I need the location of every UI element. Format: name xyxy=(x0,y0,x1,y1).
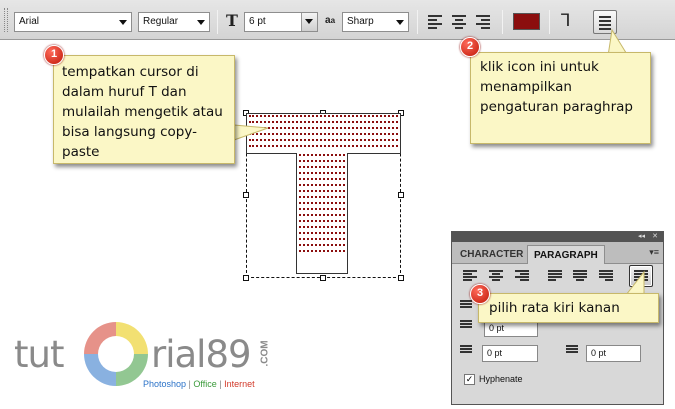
step-badge-1-number: 1 xyxy=(50,48,58,60)
warp-text-icon[interactable]: Ꞁ xyxy=(561,11,570,31)
watermark-photoshop: Photoshop xyxy=(143,379,187,389)
text-color-swatch[interactable] xyxy=(513,13,540,30)
panel-title-bar[interactable]: ◂◂ ✕ xyxy=(452,232,663,242)
align-right-icon[interactable] xyxy=(515,270,529,282)
callout-1-pointer xyxy=(233,124,269,141)
step-badge-3-number: 3 xyxy=(476,287,484,299)
callout-1: tempatkan cursor di dalam huruf T dan mu… xyxy=(53,55,235,164)
step-badge-1: 1 xyxy=(44,45,64,65)
toolbar-divider xyxy=(417,10,418,34)
panel-menu-icon[interactable]: ▾≡ xyxy=(649,247,659,258)
callout-1-text: tempatkan cursor di dalam huruf T dan mu… xyxy=(62,64,223,160)
tab-paragraph[interactable]: PARAGRAPH xyxy=(527,245,605,264)
transform-handle[interactable] xyxy=(320,275,326,281)
transform-handle[interactable] xyxy=(398,192,404,198)
font-style-dropdown[interactable]: Regular xyxy=(138,12,210,32)
chevron-down-icon xyxy=(396,20,404,25)
align-center-icon[interactable] xyxy=(452,15,468,29)
align-left-icon[interactable] xyxy=(428,15,444,29)
antialias-dropdown[interactable]: Sharp xyxy=(342,12,409,32)
chevron-down-icon xyxy=(119,20,127,25)
font-size-dropdown-button[interactable] xyxy=(301,13,317,31)
chevron-down-icon xyxy=(197,20,205,25)
watermark-text-left: tut xyxy=(14,333,64,376)
indent-left-icon xyxy=(460,300,472,314)
callout-2-text: klik icon ini untuk menampilkan pengatur… xyxy=(480,59,633,115)
warp-text-glyph: Ꞁ xyxy=(561,11,571,31)
transform-handle[interactable] xyxy=(243,275,249,281)
align-right-icon[interactable] xyxy=(476,15,492,29)
toolbar-divider xyxy=(217,10,218,34)
watermark-com-text: .COM xyxy=(259,340,271,367)
space-after-icon xyxy=(566,345,578,359)
panel-tabs: CHARACTER PARAGRAPH ▾≡ xyxy=(452,242,663,264)
tab-character[interactable]: CHARACTER xyxy=(454,245,529,264)
hyphenate-checkbox[interactable]: ✓ xyxy=(464,374,475,385)
font-size-glyph: T xyxy=(226,11,238,30)
watermark-text-right: rial89 xyxy=(151,333,252,376)
align-left-icon[interactable] xyxy=(463,270,477,282)
toolbar-grip[interactable] xyxy=(4,8,8,32)
font-size-value: 6 pt xyxy=(249,16,266,27)
watermark-office: Office xyxy=(193,379,217,389)
antialias-icon: aa xyxy=(325,15,335,35)
transform-handle[interactable] xyxy=(243,192,249,198)
font-family-dropdown[interactable]: Arial xyxy=(14,12,132,32)
space-before-field[interactable]: 0 pt xyxy=(482,345,538,362)
watermark-subtitle: Photoshop | Office | Internet xyxy=(143,379,255,389)
step-badge-2: 2 xyxy=(460,37,480,57)
callout-3: pilih rata kiri kanan xyxy=(478,293,659,323)
callout-2: klik icon ini untuk menampilkan pengatur… xyxy=(470,52,651,144)
watermark-internet: Internet xyxy=(224,379,255,389)
screenshot: Arial Regular T 6 pt aa Sharp Ꞁ tempatka… xyxy=(0,0,675,409)
callout-3-text: pilih rata kiri kanan xyxy=(489,300,620,316)
tutorial89-logo-o xyxy=(84,322,148,386)
collapse-panel-icon[interactable]: ◂◂ xyxy=(638,232,645,240)
font-size-dropdown[interactable]: 6 pt xyxy=(244,12,318,32)
close-panel-icon[interactable]: ✕ xyxy=(652,232,658,240)
font-family-value: Arial xyxy=(19,16,40,27)
hyphenate-label: Hyphenate xyxy=(479,374,523,384)
transform-handle[interactable] xyxy=(398,275,404,281)
space-after-field[interactable]: 0 pt xyxy=(586,345,641,362)
space-before-icon xyxy=(460,345,472,359)
justify-last-right-icon[interactable] xyxy=(599,270,613,282)
toolbar-divider xyxy=(549,10,550,34)
justify-last-center-icon[interactable] xyxy=(573,270,587,282)
justify-last-left-icon[interactable] xyxy=(548,270,562,282)
indent-first-line-icon xyxy=(460,320,472,334)
font-style-value: Regular xyxy=(143,16,179,27)
toolbar-divider xyxy=(502,10,503,34)
step-badge-2-number: 2 xyxy=(466,40,474,52)
t-shape-stem-text[interactable] xyxy=(296,153,348,274)
step-badge-3: 3 xyxy=(470,284,490,304)
align-center-icon[interactable] xyxy=(489,270,503,282)
font-size-icon: T xyxy=(226,11,238,31)
watermark-sep: | xyxy=(216,379,225,389)
options-toolbar: Arial Regular T 6 pt aa Sharp Ꞁ xyxy=(0,0,675,40)
chevron-down-icon xyxy=(305,19,313,24)
watermark-com: .COM xyxy=(259,336,274,376)
antialias-icon-sub: a xyxy=(330,16,336,25)
antialias-value: Sharp xyxy=(347,16,374,27)
